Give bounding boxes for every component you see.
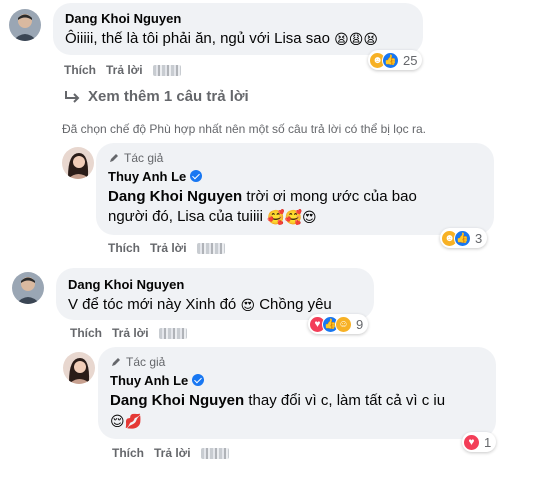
reply-text-b: người đó, Lisa của tuiiii	[108, 208, 263, 225]
love-icon: ♥	[463, 433, 480, 451]
reply-button[interactable]: Trả lời	[154, 446, 191, 460]
reaction-summary[interactable]: ♥ 👍 ☺ 9	[308, 314, 369, 334]
reply-bubble: Tác giả Thuy Anh Le Dang Khoi Nguyen tha…	[98, 347, 496, 439]
comment-actions: Thích Trả lời	[70, 326, 187, 340]
reaction-count: 25	[403, 52, 418, 68]
timestamp[interactable]	[196, 242, 225, 254]
reply-button[interactable]: Trả lời	[106, 63, 143, 77]
comment-actions: Thích Trả lời	[64, 63, 181, 77]
comment-author[interactable]: Dang Khoi Nguyen	[68, 277, 184, 292]
reaction-summary[interactable]: ♥ 1	[462, 432, 497, 452]
see-more-label: Xem thêm 1 câu trả lời	[88, 88, 249, 105]
comment-bubble: Dang Khoi Nguyen V để tóc mới này Xinh đ…	[56, 268, 374, 320]
reaction-summary[interactable]: ☻ 👍 25	[368, 50, 423, 70]
see-more-replies[interactable]: Xem thêm 1 câu trả lời	[64, 88, 249, 105]
verified-icon	[190, 170, 203, 182]
filter-notice: Đã chọn chế độ Phù hợp nhất nên một số c…	[62, 122, 426, 136]
mention-link[interactable]: Dang Khoi Nguyen	[110, 392, 244, 409]
reply-emoji: 🥰🥰😍	[267, 210, 317, 226]
timestamp[interactable]	[158, 327, 187, 339]
reply-arrow-icon	[65, 90, 80, 103]
like-icon: 👍	[382, 51, 399, 69]
reply-author-name[interactable]: Thuy Anh Le	[108, 169, 186, 184]
comment-text-body: Ôiiiii, thế là tôi phải ăn, ngủ với Lisa…	[65, 30, 330, 47]
like-button[interactable]: Thích	[112, 446, 144, 460]
comment-emoji: 😫😩😫	[334, 32, 378, 48]
like-button[interactable]: Thích	[64, 63, 96, 77]
comment-emoji: 😍	[240, 298, 256, 314]
care-icon: ☺	[335, 315, 352, 333]
avatar-thuy-anh[interactable]	[62, 147, 94, 179]
author-badge: Tác giả	[110, 355, 165, 369]
author-badge-label: Tác giả	[126, 355, 166, 369]
avatar-dang-khoi[interactable]	[9, 9, 41, 41]
reply-text-line2: 😌💋	[110, 411, 142, 431]
like-icon: 👍	[454, 229, 471, 247]
pen-icon	[110, 154, 118, 162]
comment-text-body: V để tóc mới này Xinh đó	[68, 296, 237, 313]
comment-text: V để tóc mới này Xinh đó 😍 Chồng yêu	[68, 295, 332, 315]
author-badge-label: Tác giả	[124, 151, 164, 165]
verified-icon	[192, 374, 205, 386]
comment-text: Ôiiiii, thế là tôi phải ăn, ngủ với Lisa…	[65, 29, 378, 49]
reply-actions: Thích Trả lời	[108, 241, 225, 255]
comment-text-tail: Chồng yêu	[259, 296, 332, 313]
comment-bubble: Dang Khoi Nguyen Ôiiiii, thế là tôi phải…	[53, 3, 423, 55]
pen-icon	[112, 358, 120, 366]
reply-text-a: thay đổi vì c, làm tất cả vì c iu	[248, 392, 446, 409]
reply-author[interactable]: Thuy Anh Le	[110, 373, 205, 388]
reply-button[interactable]: Trả lời	[150, 241, 187, 255]
like-button[interactable]: Thích	[108, 241, 140, 255]
reply-text-line1: Dang Khoi Nguyen thay đổi vì c, làm tất …	[110, 391, 445, 411]
reply-text-a: trời ơi mong ước của bao	[246, 188, 417, 205]
timestamp[interactable]	[152, 64, 181, 76]
mention-link[interactable]: Dang Khoi Nguyen	[108, 188, 242, 205]
reaction-count: 1	[484, 434, 492, 450]
like-button[interactable]: Thích	[70, 326, 102, 340]
avatar-dang-khoi[interactable]	[12, 272, 44, 304]
reply-author-name[interactable]: Thuy Anh Le	[110, 373, 188, 388]
author-badge: Tác giả	[108, 151, 163, 165]
reply-author[interactable]: Thuy Anh Le	[108, 169, 203, 184]
timestamp[interactable]	[200, 447, 229, 459]
reaction-count: 9	[356, 316, 364, 332]
reply-emoji: 😌💋	[110, 414, 143, 430]
reaction-summary[interactable]: ☻ 👍 3	[440, 228, 488, 248]
reply-text-line2: người đó, Lisa của tuiiii 🥰🥰😍	[108, 207, 317, 227]
reaction-count: 3	[475, 230, 483, 246]
reply-bubble: Tác giả Thuy Anh Le Dang Khoi Nguyen trờ…	[96, 143, 494, 235]
comment-author[interactable]: Dang Khoi Nguyen	[65, 11, 181, 26]
avatar-thuy-anh[interactable]	[63, 352, 95, 384]
reply-text-line1: Dang Khoi Nguyen trời ơi mong ước của ba…	[108, 187, 417, 207]
reply-button[interactable]: Trả lời	[112, 326, 149, 340]
reply-actions: Thích Trả lời	[112, 446, 229, 460]
